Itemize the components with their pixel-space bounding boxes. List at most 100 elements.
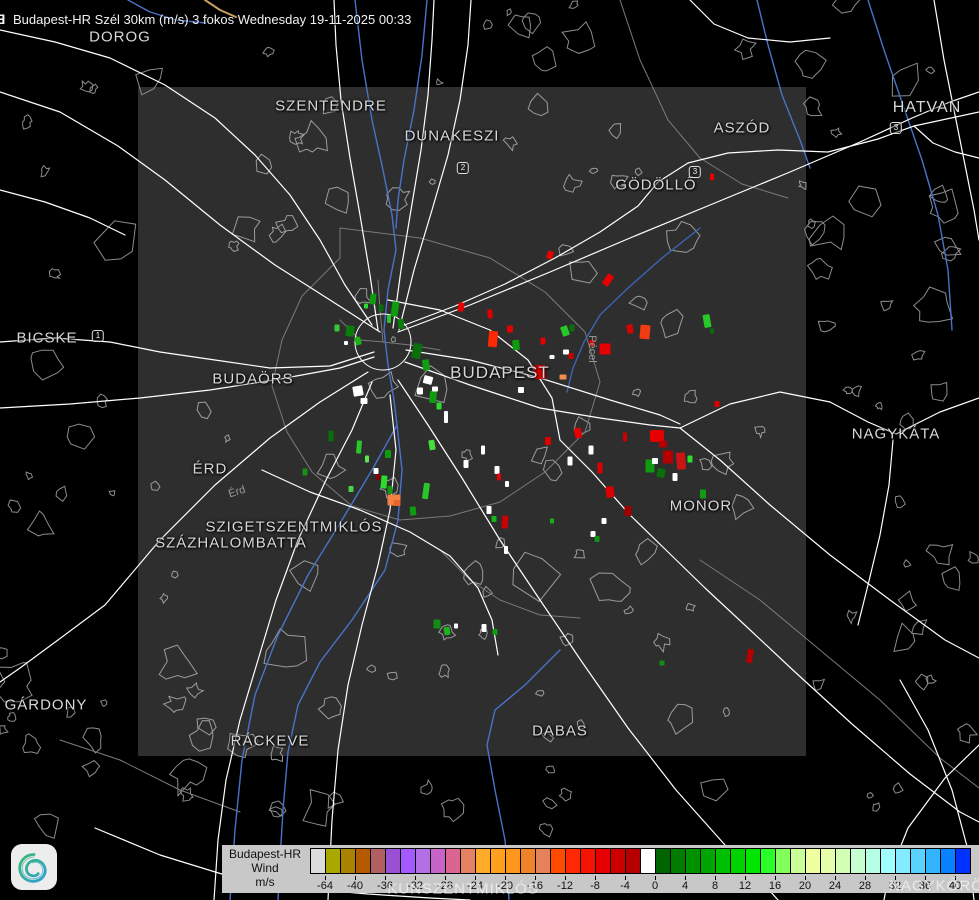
legend-product: Budapest-HR xyxy=(222,847,308,861)
wind-echo xyxy=(487,309,493,318)
color-step xyxy=(760,848,776,874)
wind-echo xyxy=(512,340,520,351)
color-step xyxy=(325,848,341,874)
color-step xyxy=(700,848,716,874)
city-label: RÁCKEVE xyxy=(231,733,310,750)
color-step xyxy=(505,848,521,874)
wind-echo xyxy=(388,486,393,494)
wind-echo xyxy=(505,481,509,487)
wind-echo xyxy=(344,341,348,345)
wind-echo xyxy=(329,431,334,442)
wind-echo xyxy=(410,506,417,515)
city-label: GÖDÖLLŐ xyxy=(615,177,696,194)
road-number-shield: 3 xyxy=(890,122,902,134)
color-step xyxy=(685,848,701,874)
wind-echo xyxy=(481,446,485,455)
wind-echo xyxy=(374,468,379,474)
city-label: SZIGETSZENTMIKLÓS xyxy=(205,519,382,536)
wind-echo xyxy=(602,518,607,524)
color-step xyxy=(805,848,821,874)
scale-tick-label: -12 xyxy=(550,880,580,892)
color-step xyxy=(850,848,866,874)
wind-echo xyxy=(422,359,430,371)
color-step xyxy=(340,848,356,874)
color-step xyxy=(475,848,491,874)
color-step xyxy=(775,848,791,874)
scale-tick-label: 20 xyxy=(790,880,820,892)
city-label: BICSKE xyxy=(16,330,77,347)
wind-echo xyxy=(370,293,377,304)
wind-echo xyxy=(688,456,693,463)
scale-tick-label: 0 xyxy=(640,880,670,892)
wind-echo xyxy=(600,344,611,355)
wind-echo xyxy=(518,387,524,393)
legend-unit: m/s xyxy=(222,875,308,889)
color-step xyxy=(370,848,386,874)
wind-echo xyxy=(437,403,442,410)
city-label: SZENTENDRE xyxy=(275,98,387,115)
wind-echo xyxy=(376,474,380,480)
color-step xyxy=(430,848,446,874)
road-name-label: Pécel xyxy=(586,335,598,363)
wind-echo xyxy=(702,314,711,328)
color-step xyxy=(355,848,371,874)
wind-echo xyxy=(545,437,551,445)
wind-echo xyxy=(464,460,469,468)
scale-tick-label: 24 xyxy=(820,880,850,892)
city-label: DOROG xyxy=(89,29,151,46)
wind-echo xyxy=(652,458,658,464)
wind-echo xyxy=(398,319,405,329)
wind-echo xyxy=(303,469,308,476)
wind-echo xyxy=(364,304,368,309)
wind-echo xyxy=(488,331,498,348)
color-step xyxy=(790,848,806,874)
wind-echo xyxy=(443,627,450,636)
color-step xyxy=(520,848,536,874)
wind-echo xyxy=(444,411,448,423)
wind-echo xyxy=(380,475,387,488)
wind-echo xyxy=(550,519,554,524)
wind-echo xyxy=(356,440,362,453)
wind-echo xyxy=(602,273,615,287)
wind-echo xyxy=(349,486,354,492)
color-step xyxy=(460,848,476,874)
wind-echo xyxy=(385,450,391,458)
scale-tick-label: -8 xyxy=(580,880,610,892)
color-step xyxy=(835,848,851,874)
wind-echo xyxy=(639,325,650,340)
wind-echo xyxy=(361,398,368,404)
wind-echo xyxy=(563,350,569,355)
wind-echo xyxy=(676,452,686,470)
city-label: GÁRDONY xyxy=(5,697,88,714)
color-step xyxy=(385,848,401,874)
wind-echo xyxy=(650,430,664,442)
wind-echo xyxy=(550,355,555,359)
wind-echo xyxy=(663,451,673,464)
color-step xyxy=(820,848,836,874)
wind-echo xyxy=(497,474,501,481)
color-step xyxy=(880,848,896,874)
color-step xyxy=(310,848,326,874)
wind-echo xyxy=(379,305,384,312)
wind-echo xyxy=(560,325,570,337)
color-step xyxy=(910,848,926,874)
color-scale xyxy=(310,848,971,874)
product-title: Budapest-HR Szél 30km (m/s) 3 fokos Wedn… xyxy=(13,12,411,27)
scale-tick-label: -4 xyxy=(610,880,640,892)
color-step xyxy=(655,848,671,874)
city-label: DUNAKESZI xyxy=(405,128,500,145)
city-label: ASZÓD xyxy=(714,120,771,137)
scale-tick-label: -40 xyxy=(340,880,370,892)
wind-echo xyxy=(625,506,632,516)
wind-echo xyxy=(417,388,423,395)
color-step xyxy=(925,848,941,874)
wind-echo xyxy=(623,433,627,442)
road-number-shield: 2 xyxy=(457,162,469,174)
wind-echo xyxy=(504,546,508,554)
color-step xyxy=(400,848,416,874)
scale-tick-label: 16 xyxy=(760,880,790,892)
color-step xyxy=(610,848,626,874)
color-step xyxy=(865,848,881,874)
wind-echo xyxy=(673,473,678,481)
wind-spiral-logo xyxy=(11,844,57,890)
